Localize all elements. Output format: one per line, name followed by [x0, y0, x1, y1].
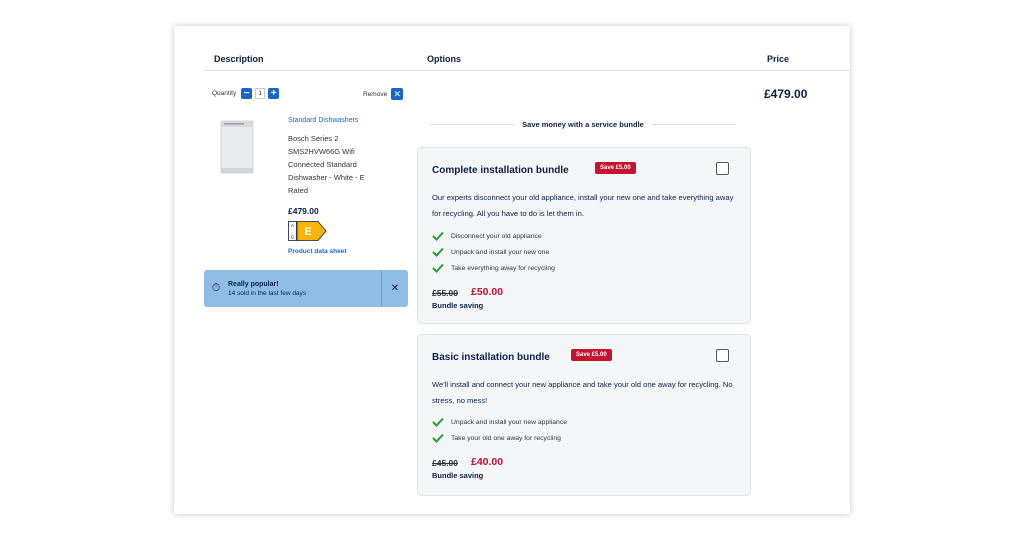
timer-icon: ⏱: [211, 282, 221, 294]
price-header: Price: [767, 54, 790, 64]
bundle-feature: Unpack and install your new appliance: [432, 417, 567, 427]
close-icon[interactable]: ✕: [391, 88, 404, 100]
bundle-new-price: £40.00: [471, 456, 504, 468]
bundle-title: Basic installation bundle: [432, 352, 550, 363]
remove-label: Remove: [363, 90, 388, 98]
check-icon: [432, 231, 444, 241]
quantity-label: Quantity: [212, 90, 237, 97]
popular-title: Really popular!: [228, 280, 279, 288]
category-link[interactable]: Standard Dishwashers: [288, 117, 358, 124]
description-header: Description: [214, 54, 264, 64]
bundle-header-text: Save money with a service bundle: [522, 120, 644, 129]
bundle-old-price: £45.00: [432, 458, 458, 468]
product-price: £479.00: [288, 206, 319, 216]
bundle-saving-label: Bundle saving: [432, 471, 484, 480]
product-title[interactable]: Bosch Series 2 SMS2HVW66G Wifi Connected…: [288, 132, 372, 197]
bundle-section-header: Save money with a service bundle: [430, 120, 736, 129]
quantity-input[interactable]: 1: [255, 88, 266, 99]
energy-scale-top: A: [291, 223, 294, 228]
header-divider: [204, 70, 850, 71]
bundle-feature: Take everything away for recycling: [432, 263, 555, 273]
quantity-control: Quantity − 1 +: [212, 88, 280, 99]
popular-text: 14 sold in the last few days: [228, 289, 307, 297]
energy-rating-label: A G E: [288, 221, 327, 241]
check-icon: [432, 433, 444, 443]
quantity-decrease-button[interactable]: −: [241, 88, 253, 99]
close-icon[interactable]: ✕: [382, 283, 408, 294]
bundle-description: Our experts disconnect your old applianc…: [432, 193, 734, 218]
line-item-price: £479.00: [764, 87, 808, 101]
bundle-new-price: £50.00: [471, 286, 504, 298]
bundle-feature: Unpack and install your new one: [432, 247, 549, 257]
bundle-feature: Take your old one away for recycling: [432, 433, 561, 443]
energy-rating-letter: E: [304, 226, 311, 238]
bundle-feature: Disconnect your old appliance: [432, 231, 542, 241]
check-icon: [432, 263, 444, 273]
save-badge: Save £5.00: [571, 349, 612, 361]
energy-scale-bottom: G: [291, 235, 295, 240]
bundle-saving-label: Bundle saving: [432, 301, 484, 310]
popular-notice: ⏱ Really popular! 14 sold in the last fe…: [204, 270, 408, 307]
check-icon: [432, 417, 444, 427]
basket-card: Description Options Price Quantity − 1 +…: [174, 26, 850, 514]
bundle-description: We'll install and connect your new appli…: [432, 380, 733, 405]
check-icon: [432, 247, 444, 257]
bundle-checkbox[interactable]: [716, 349, 729, 362]
remove-control[interactable]: Remove ✕: [363, 88, 404, 100]
dishwasher-image: [220, 120, 254, 174]
bundle-title: Complete installation bundle: [432, 165, 569, 176]
quantity-increase-button[interactable]: +: [268, 88, 280, 99]
product-datasheet-link[interactable]: Product data sheet: [288, 248, 347, 255]
bundle-old-price: £55.00: [432, 288, 458, 298]
bundle-card-complete[interactable]: Complete installation bundle Save £5.00 …: [417, 147, 751, 324]
bundle-checkbox[interactable]: [716, 162, 729, 175]
save-badge: Save £5.00: [595, 162, 636, 174]
options-header: Options: [427, 54, 461, 64]
bundle-card-basic[interactable]: Basic installation bundle Save £5.00 We'…: [417, 334, 751, 496]
